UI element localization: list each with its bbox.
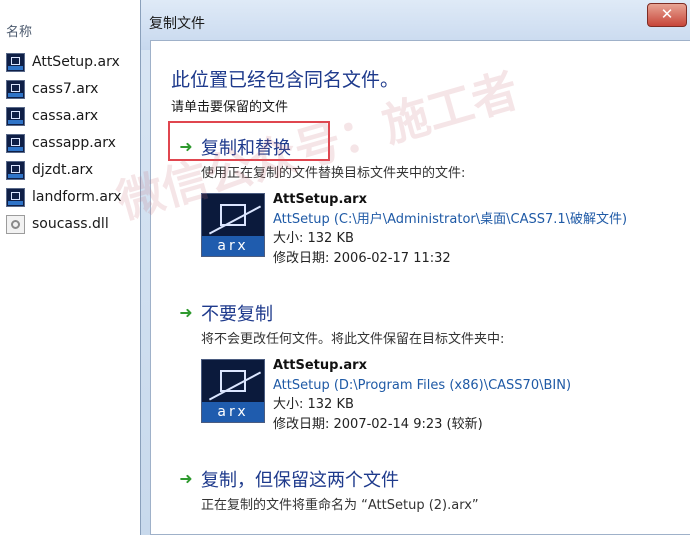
file-path: AttSetup (D:\Program Files (x86)\CASS70\… <box>273 377 572 393</box>
file-modified-date: 修改日期: 2006-02-17 11:32 <box>273 250 451 266</box>
file-modified-date: 修改日期: 2007-02-14 9:23 (较新) <box>273 416 483 432</box>
green-arrow-icon: ➜ <box>179 303 193 322</box>
file-name: djzdt.arx <box>32 162 94 178</box>
icon-label: arx <box>202 402 264 422</box>
arx-file-icon <box>6 79 25 99</box>
file-path: AttSetup (C:\用户\Administrator\桌面\CASS7.1… <box>273 211 628 227</box>
icon-label: arx <box>202 236 264 256</box>
file-name: landform.arx <box>32 189 122 205</box>
dialog-title: 复制文件 <box>149 16 205 32</box>
file-item[interactable]: cass7.arx <box>6 77 98 101</box>
close-button[interactable]: ✕ <box>647 3 687 27</box>
arx-file-icon <box>6 160 25 180</box>
file-item[interactable]: soucass.dll <box>6 212 109 236</box>
arx-file-icon <box>6 106 25 126</box>
file-item[interactable]: djzdt.arx <box>6 158 93 182</box>
file-details: arx AttSetup.arx AttSetup (D:\Program Fi… <box>201 356 687 436</box>
file-name: AttSetup.arx <box>273 358 367 373</box>
dialog-heading: 此位置已经包含同名文件。 <box>171 69 400 91</box>
option-title: 复制，但保留这两个文件 <box>201 470 399 491</box>
file-name: AttSetup.arx <box>273 192 367 207</box>
file-name: cassapp.arx <box>32 135 116 151</box>
dialog-content: 此位置已经包含同名文件。 请单击要保留的文件 ➜ 复制和替换 使用正在复制的文件… <box>150 40 690 535</box>
green-arrow-icon: ➜ <box>179 469 193 488</box>
file-name: cassa.arx <box>32 108 99 124</box>
option-description: 使用正在复制的文件替换目标文件夹中的文件: <box>201 166 466 181</box>
option-copy-keep-both[interactable]: ➜ 复制，但保留这两个文件 正在复制的文件将重命名为 “AttSetup (2)… <box>177 466 687 514</box>
file-name: AttSetup.arx <box>32 54 120 70</box>
column-header-name[interactable]: 名称 <box>0 24 140 46</box>
explorer-pane: 名称 AttSetup.arx cass7.arx cassa.arx cass… <box>0 0 140 535</box>
copy-file-dialog: 复制文件 ✕ 此位置已经包含同名文件。 请单击要保留的文件 ➜ 复制和替换 使用… <box>140 0 690 535</box>
arx-file-icon <box>6 133 25 153</box>
file-item[interactable]: landform.arx <box>6 185 122 209</box>
arx-file-icon: arx <box>201 193 265 257</box>
arx-file-icon <box>6 52 25 72</box>
option-description: 将不会更改任何文件。将此文件保留在目标文件夹中: <box>201 332 505 347</box>
option-description: 正在复制的文件将重命名为 “AttSetup (2).arx” <box>201 498 479 513</box>
arx-file-icon: arx <box>201 359 265 423</box>
dialog-subheading: 请单击要保留的文件 <box>171 100 289 115</box>
file-item[interactable]: cassa.arx <box>6 104 98 128</box>
file-name: cass7.arx <box>32 81 99 97</box>
file-size: 大小: 132 KB <box>273 397 354 412</box>
file-item[interactable]: AttSetup.arx <box>6 50 120 74</box>
file-details: arx AttSetup.arx AttSetup (C:\用户\Adminis… <box>201 190 687 270</box>
option-title: 不要复制 <box>201 304 273 325</box>
arx-file-icon <box>6 187 25 207</box>
file-item[interactable]: cassapp.arx <box>6 131 116 155</box>
file-size: 大小: 132 KB <box>273 231 354 246</box>
file-name: soucass.dll <box>32 216 109 232</box>
highlight-box <box>168 121 330 161</box>
dll-file-icon <box>6 214 25 234</box>
option-dont-copy[interactable]: ➜ 不要复制 将不会更改任何文件。将此文件保留在目标文件夹中: arx AttS… <box>177 300 687 436</box>
